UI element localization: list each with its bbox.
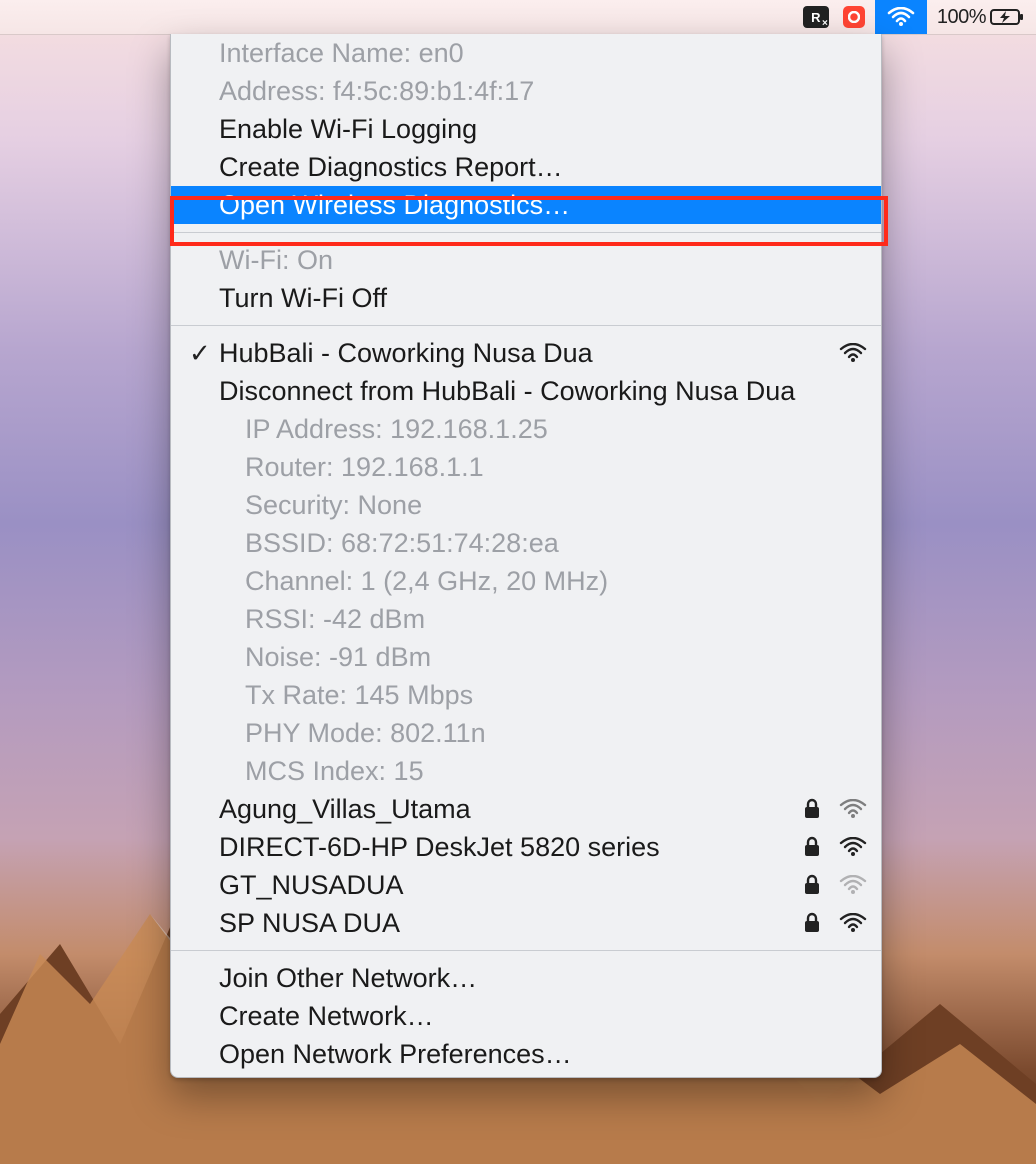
menu-item-label: Turn Wi-Fi Off (219, 279, 387, 317)
network-name: HubBali - Coworking Nusa Dua (219, 334, 593, 372)
lock-icon (803, 874, 821, 896)
menu-item-open-network-preferences[interactable]: Open Network Preferences… (171, 1035, 881, 1073)
network-name: DIRECT-6D-HP DeskJet 5820 series (219, 828, 660, 866)
desktop-wallpaper: R 100% (0, 0, 1036, 1164)
connected-network[interactable]: ✓ HubBali - Coworking Nusa Dua (171, 334, 881, 372)
info-phy-mode: PHY Mode: 802.11n (171, 714, 881, 752)
menu-separator (171, 232, 881, 233)
menu-bar: R 100% (0, 0, 1036, 35)
menu-item-disconnect[interactable]: Disconnect from HubBali - Coworking Nusa… (171, 372, 881, 410)
menu-item-label: Join Other Network… (219, 959, 477, 997)
info-ip-address: IP Address: 192.168.1.25 (171, 410, 881, 448)
network-item[interactable]: SP NUSA DUA (171, 904, 881, 942)
info-rssi: RSSI: -42 dBm (171, 600, 881, 638)
info-router: Router: 192.168.1.1 (171, 448, 881, 486)
menu-item-label: Open Wireless Diagnostics… (219, 186, 570, 224)
network-item[interactable]: GT_NUSADUA (171, 866, 881, 904)
lock-icon (803, 912, 821, 934)
wifi-signal-icon (839, 799, 867, 819)
info-bssid: BSSID: 68:72:51:74:28:ea (171, 524, 881, 562)
battery-percent: 100% (937, 6, 986, 29)
info-mcs-index: MCS Index: 15 (171, 752, 881, 790)
menu-item-label: Disconnect from HubBali - Coworking Nusa… (219, 372, 795, 410)
menu-extra-battery[interactable]: 100% (933, 0, 1028, 34)
wifi-icon (887, 7, 915, 27)
menu-extra-record[interactable] (839, 0, 869, 34)
wifi-signal-icon (839, 837, 867, 857)
info-tx-rate: Tx Rate: 145 Mbps (171, 676, 881, 714)
info-text: Interface Name: en0 (219, 34, 464, 72)
lock-icon (803, 836, 821, 858)
network-item[interactable]: Agung_Villas_Utama (171, 790, 881, 828)
info-mac-address: Address: f4:5c:89:b1:4f:17 (171, 72, 881, 110)
menu-item-create-diagnostics-report[interactable]: Create Diagnostics Report… (171, 148, 881, 186)
menu-item-create-network[interactable]: Create Network… (171, 997, 881, 1035)
info-noise: Noise: -91 dBm (171, 638, 881, 676)
network-name: Agung_Villas_Utama (219, 790, 471, 828)
info-interface-name: Interface Name: en0 (171, 34, 881, 72)
info-text: Address: f4:5c:89:b1:4f:17 (219, 72, 534, 110)
wifi-signal-icon (839, 913, 867, 933)
menu-item-turn-wifi-off[interactable]: Turn Wi-Fi Off (171, 279, 881, 317)
info-wifi-status: Wi-Fi: On (171, 241, 881, 279)
menu-item-join-other-network[interactable]: Join Other Network… (171, 959, 881, 997)
menu-separator (171, 325, 881, 326)
info-text: Wi-Fi: On (219, 241, 333, 279)
menu-item-label: Create Diagnostics Report… (219, 148, 563, 186)
menu-extra-rx[interactable]: R (799, 0, 833, 34)
menu-extra-wifi[interactable] (875, 0, 927, 34)
wifi-menu: Interface Name: en0 Address: f4:5c:89:b1… (170, 34, 882, 1078)
wifi-signal-icon (839, 875, 867, 895)
network-item[interactable]: DIRECT-6D-HP DeskJet 5820 series (171, 828, 881, 866)
menu-item-label: Create Network… (219, 997, 434, 1035)
info-channel: Channel: 1 (2,4 GHz, 20 MHz) (171, 562, 881, 600)
network-name: SP NUSA DUA (219, 904, 400, 942)
info-security: Security: None (171, 486, 881, 524)
rx-icon: R (803, 6, 829, 28)
menu-item-label: Enable Wi-Fi Logging (219, 110, 477, 148)
record-icon (843, 6, 865, 28)
lock-icon (803, 798, 821, 820)
battery-charging-icon (990, 8, 1024, 26)
menu-item-enable-wifi-logging[interactable]: Enable Wi-Fi Logging (171, 110, 881, 148)
checkmark-icon: ✓ (189, 334, 211, 372)
wifi-signal-icon (839, 343, 867, 363)
network-name: GT_NUSADUA (219, 866, 404, 904)
menu-item-open-wireless-diagnostics[interactable]: Open Wireless Diagnostics… (171, 186, 881, 224)
menu-separator (171, 950, 881, 951)
menu-item-label: Open Network Preferences… (219, 1035, 572, 1073)
